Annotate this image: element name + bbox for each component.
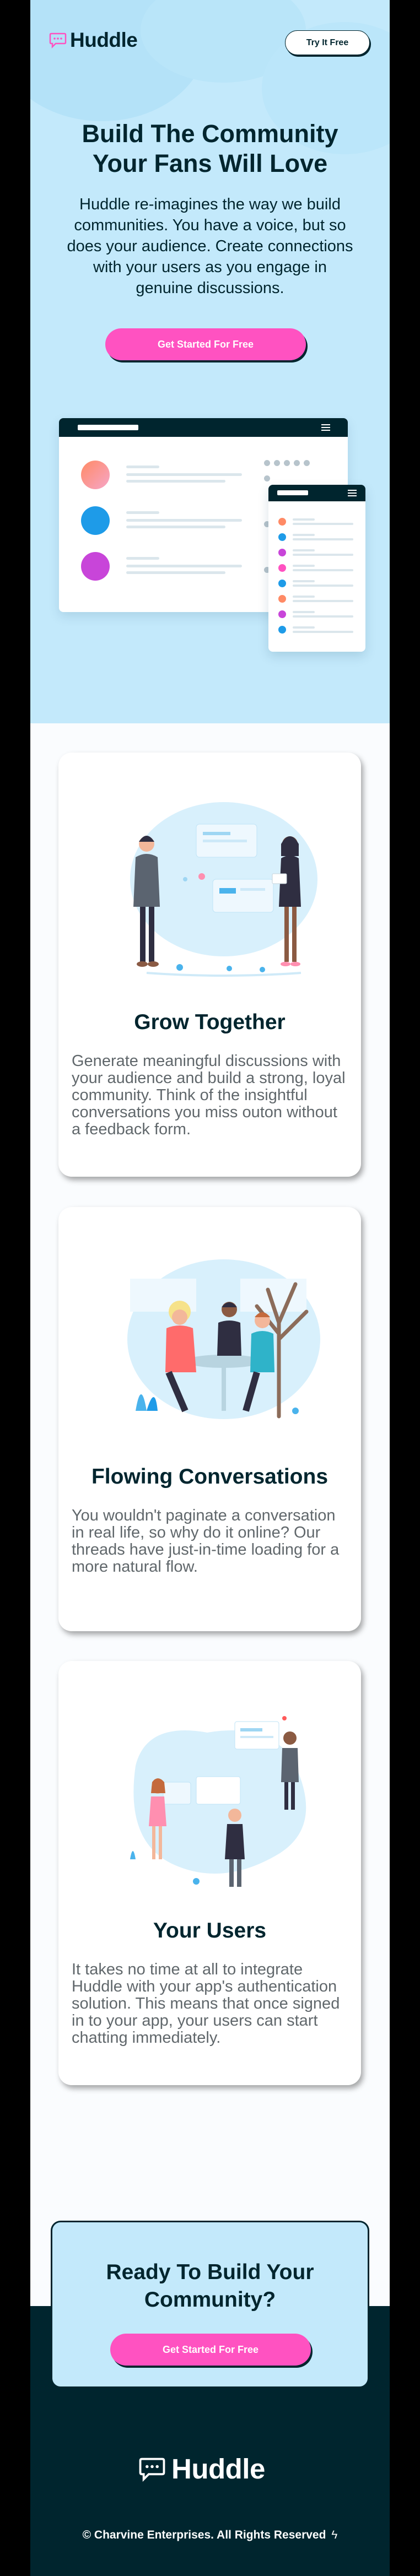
feature-title: Your Users: [153, 1919, 267, 1942]
hero-section: Huddle Try It Free Build The Community Y…: [30, 0, 390, 723]
feature-card-your-users: Your Users It takes no time at all to in…: [58, 1661, 361, 2085]
copyright: © Charvine Enterprises. All Rights Reser…: [30, 2529, 390, 2542]
feature-card-grow-together: Grow Together Generate meaningful discus…: [58, 753, 361, 1177]
hero-description: Huddle re-imagines the way we build comm…: [67, 196, 353, 297]
page: Huddle Try It Free Build The Community Y…: [30, 0, 390, 2576]
chat-bubble-icon: [139, 2458, 165, 2482]
people-chatting-illustration: [130, 802, 317, 977]
logo-text: Huddle: [70, 29, 138, 51]
feature-description: Generate meaningful discussions with you…: [72, 1052, 346, 1138]
feature-title: Grow Together: [134, 1010, 286, 1034]
feature-card-flowing-conversations: Flowing Conversations You wouldn't pagin…: [58, 1207, 361, 1631]
get-started-button[interactable]: Get Started For Free: [110, 2334, 311, 2366]
cta-card: Ready To Build Your Community? Get Start…: [51, 2221, 369, 2388]
header-logo[interactable]: Huddle: [49, 29, 138, 52]
group-at-table-illustration: [127, 1259, 320, 1419]
try-it-free-button[interactable]: Try It Free: [285, 30, 370, 55]
menu-icon: [348, 490, 357, 496]
menu-icon: [321, 424, 330, 431]
app-mockup-sidebar: [268, 485, 365, 652]
lightning-icon: ϟ: [331, 2529, 338, 2541]
avatar: [81, 552, 110, 581]
avatar: [81, 506, 110, 535]
feature-description: It takes no time at all to integrate Hud…: [72, 1961, 340, 2047]
mockup-topbar: [59, 418, 348, 437]
feature-title: Flowing Conversations: [91, 1465, 329, 1489]
avatar: [81, 461, 110, 489]
copyright-text: © Charvine Enterprises. All Rights Reser…: [82, 2529, 326, 2541]
cta-title: Ready To Build Your Community?: [106, 2260, 314, 2312]
mockup-topbar: [268, 485, 365, 501]
get-started-button[interactable]: Get Started For Free: [105, 328, 306, 360]
team-presentation-illustration: [130, 1716, 306, 1887]
footer-logo-text: Huddle: [171, 2453, 265, 2485]
footer-logo[interactable]: Huddle: [138, 2453, 265, 2485]
hero-title: Build The Community Your Fans Will Love: [82, 120, 338, 177]
feature-description: You wouldn't paginate a conversation in …: [72, 1507, 340, 1576]
chat-bubble-icon: [49, 33, 67, 48]
